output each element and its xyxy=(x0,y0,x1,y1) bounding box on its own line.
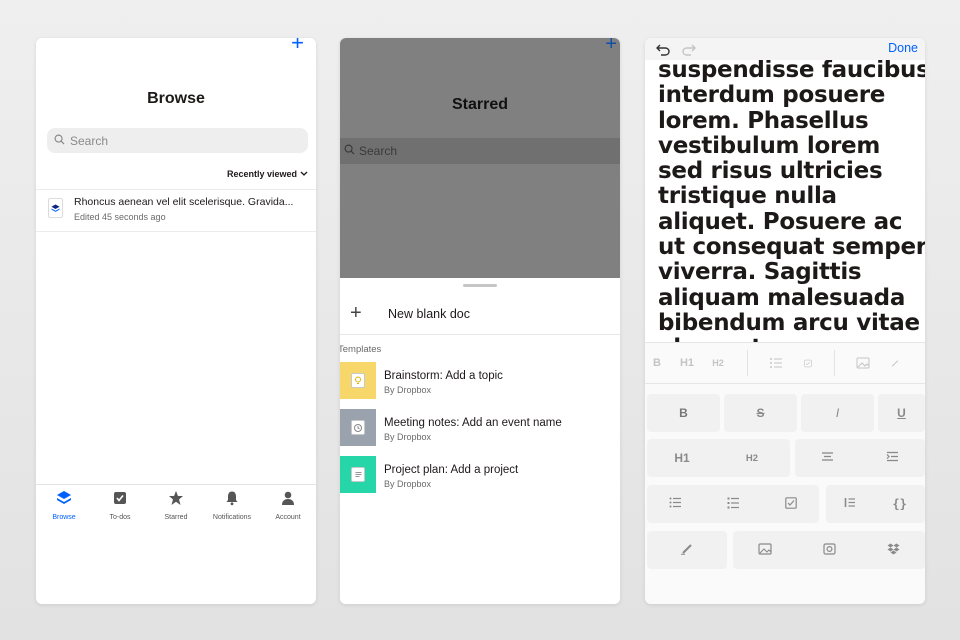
format-keyboard: B S I U H1 H2 {} xyxy=(645,384,925,604)
italic-key[interactable]: I xyxy=(801,394,874,432)
template-item[interactable]: Meeting notes: Add an event name By Drop… xyxy=(340,409,620,447)
align-center-icon[interactable] xyxy=(821,451,834,465)
tab-label: Notifications xyxy=(212,514,252,521)
new-doc-label: New blank doc xyxy=(388,306,470,321)
file-name: Rhoncus aenean vel elit scelerisque. Gra… xyxy=(74,196,294,208)
sheet-handle[interactable] xyxy=(463,284,497,287)
format-bar: B H1 H2 xyxy=(645,342,925,384)
quote-icon[interactable] xyxy=(844,497,856,511)
divider xyxy=(36,231,316,232)
tab-label: Account xyxy=(275,514,301,521)
document-text[interactable]: suspendisse faucibus interdum posuere lo… xyxy=(658,60,925,342)
file-meta: Edited 45 seconds ago xyxy=(74,212,166,222)
image-icon[interactable] xyxy=(835,357,891,369)
plus-icon: + xyxy=(350,302,362,324)
template-item[interactable]: Project plan: Add a project By Dropbox xyxy=(340,456,620,494)
sort-dropdown[interactable]: Recently viewed xyxy=(227,169,308,179)
add-button[interactable]: + xyxy=(605,38,617,54)
numbered-list-icon[interactable] xyxy=(727,497,740,512)
template-item[interactable]: Brainstorm: Add a topic By Dropbox xyxy=(340,362,620,400)
bell-icon xyxy=(224,490,240,511)
template-thumbnail xyxy=(340,362,376,399)
tab-todos[interactable]: To-dos xyxy=(92,485,148,524)
tab-browse[interactable]: Browse xyxy=(36,485,92,524)
document-body[interactable]: suspendisse faucibus interdum posuere lo… xyxy=(645,60,925,342)
new-blank-doc-button[interactable]: + New blank doc xyxy=(340,293,620,335)
template-title: Meeting notes: Add an event name xyxy=(384,417,562,429)
dimmed-background[interactable]: + Starred xyxy=(340,38,620,278)
chevron-down-icon xyxy=(300,169,308,179)
media-keys xyxy=(733,531,925,569)
strikethrough-key[interactable]: S xyxy=(724,394,797,432)
checklist-icon[interactable] xyxy=(804,357,812,370)
tab-bar: Browse To-dos Starred Notifications Acco… xyxy=(36,484,316,524)
draw-key[interactable] xyxy=(647,531,727,569)
checkbox-icon xyxy=(112,490,128,511)
camera-icon[interactable] xyxy=(823,542,836,558)
template-author: By Dropbox xyxy=(384,432,432,442)
lightbulb-icon xyxy=(351,373,365,388)
pen-icon xyxy=(680,543,694,558)
list-keys xyxy=(647,485,819,523)
file-row[interactable]: Rhoncus aenean vel elit scelerisque. Gra… xyxy=(36,190,316,230)
tab-account[interactable]: Account xyxy=(260,485,316,524)
redo-icon[interactable] xyxy=(681,41,697,57)
search-bar[interactable] xyxy=(47,128,308,153)
document-icon xyxy=(351,467,365,482)
h2-format-button[interactable]: H2 xyxy=(705,358,731,368)
sort-label: Recently viewed xyxy=(226,169,297,179)
undo-icon[interactable] xyxy=(655,41,671,57)
templates-heading: Templates xyxy=(340,344,382,355)
star-icon xyxy=(168,490,184,511)
bold-format-button[interactable]: B xyxy=(645,357,669,369)
checkbox-icon[interactable] xyxy=(784,496,797,512)
done-button[interactable]: Done xyxy=(888,41,918,55)
add-button[interactable]: + xyxy=(291,38,304,54)
template-author: By Dropbox xyxy=(384,479,432,489)
create-sheet: + New blank doc Templates Brainstorm: Ad… xyxy=(340,278,620,604)
dropbox-icon[interactable] xyxy=(887,543,900,558)
starred-screen: + Starred + New blank doc Templates Brai… xyxy=(340,38,620,604)
template-thumbnail xyxy=(340,456,376,493)
search-input[interactable] xyxy=(359,144,559,158)
tab-label: To-dos xyxy=(109,514,131,521)
template-title: Project plan: Add a project xyxy=(384,464,519,476)
h1-key[interactable]: H1 xyxy=(647,451,717,465)
search-icon xyxy=(344,142,355,160)
underline-key[interactable]: U xyxy=(878,394,925,432)
paper-doc-icon xyxy=(48,198,63,218)
bullet-list-icon[interactable] xyxy=(748,357,804,369)
h1-format-button[interactable]: H1 xyxy=(669,357,705,369)
tab-notifications[interactable]: Notifications xyxy=(204,485,260,524)
tab-label: Browse xyxy=(52,514,76,521)
code-icon[interactable]: {} xyxy=(892,497,906,511)
pen-icon[interactable] xyxy=(891,357,899,370)
tab-starred[interactable]: Starred xyxy=(148,485,204,524)
bullet-list-icon[interactable] xyxy=(669,497,682,511)
indent-icon[interactable] xyxy=(886,451,899,465)
template-title: Brainstorm: Add a topic xyxy=(384,370,503,382)
browse-screen: + Browse Recently viewed Rhoncus aenean … xyxy=(36,38,316,604)
search-bar[interactable] xyxy=(340,138,620,164)
page-title: Browse xyxy=(147,90,205,107)
image-icon[interactable] xyxy=(758,542,772,558)
block-keys: {} xyxy=(826,485,925,523)
clock-icon xyxy=(351,420,365,435)
heading-keys: H1 H2 xyxy=(647,439,790,477)
page-title: Starred xyxy=(451,96,509,113)
h2-key[interactable]: H2 xyxy=(717,453,787,464)
tab-label: Starred xyxy=(164,514,188,521)
alignment-keys xyxy=(795,439,925,477)
search-icon xyxy=(54,132,65,150)
search-input[interactable] xyxy=(70,133,270,148)
template-author: By Dropbox xyxy=(384,385,432,395)
editor-toolbar: Done xyxy=(645,38,925,60)
person-icon xyxy=(280,490,296,511)
template-thumbnail xyxy=(340,409,376,446)
layers-icon xyxy=(56,490,72,511)
bold-key[interactable]: B xyxy=(647,394,720,432)
editor-screen: Done suspendisse faucibus interdum posue… xyxy=(645,38,925,604)
